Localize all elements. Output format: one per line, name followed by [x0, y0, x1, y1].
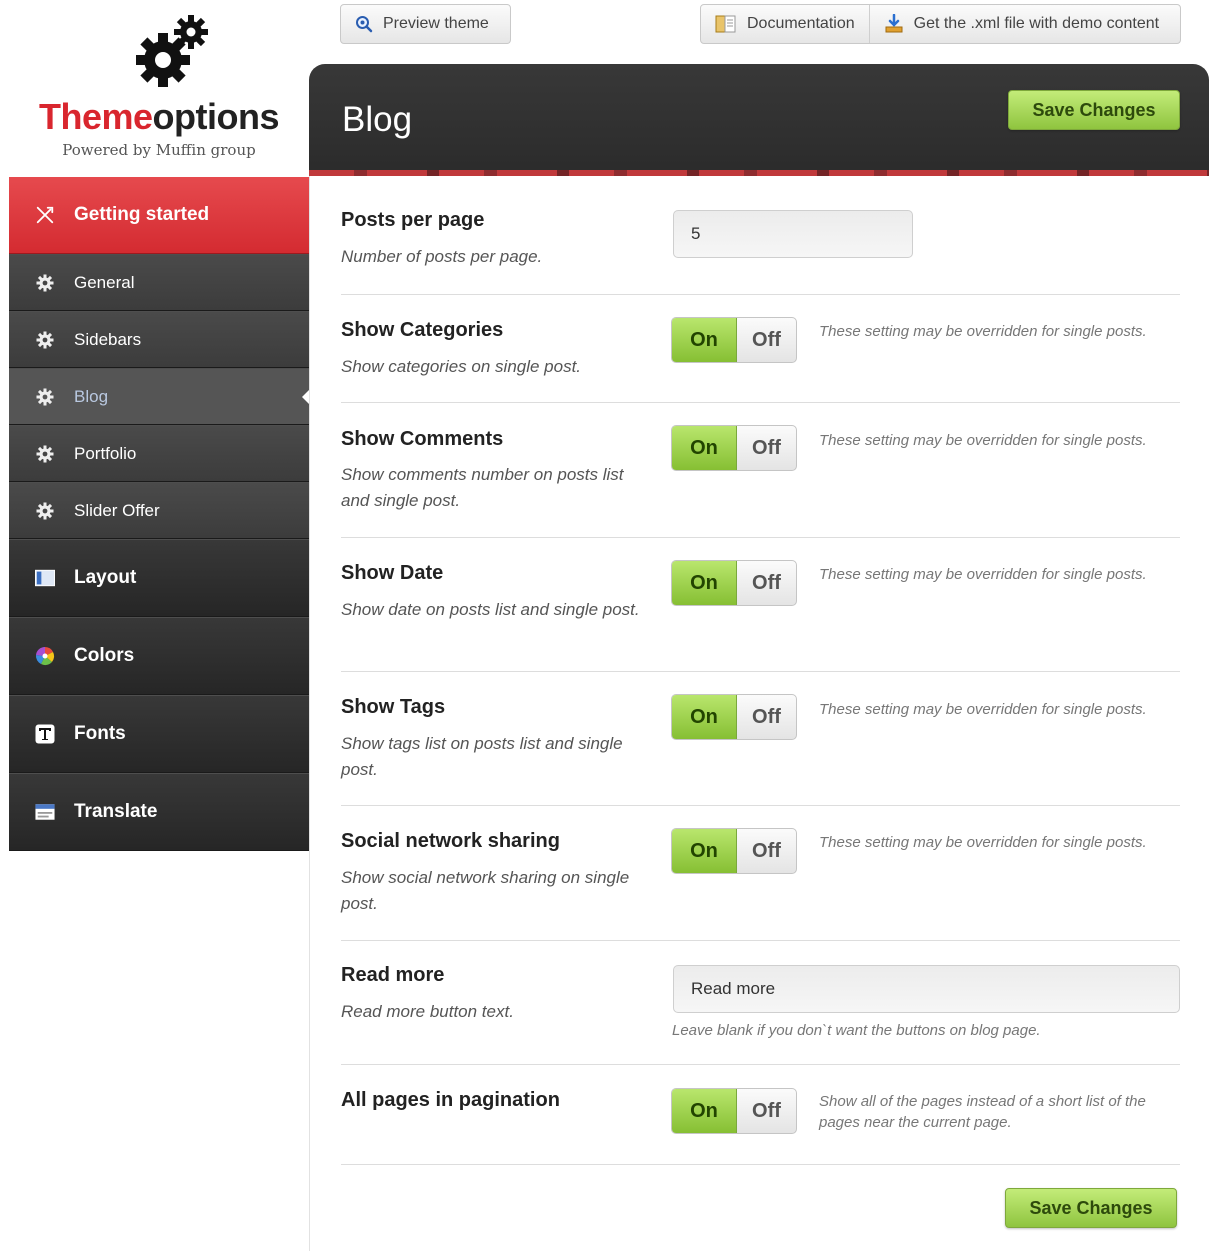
- setting-label: Show Date: [341, 562, 444, 584]
- sidebar-item-getting-started[interactable]: Getting started: [9, 177, 309, 254]
- setting-show-tags: Show Tags Show tags list on posts list a…: [341, 672, 1180, 806]
- setting-label: All pages in pagination: [341, 1089, 560, 1111]
- sidebar-item-fonts[interactable]: Fonts: [9, 695, 309, 773]
- sidebar-item-label: Sidebars: [74, 329, 142, 349]
- toggle-on[interactable]: On: [672, 426, 737, 470]
- sidebar-item-label: Fonts: [74, 723, 126, 744]
- sidebar-item-label: Getting started: [74, 204, 210, 225]
- toggle-on[interactable]: On: [672, 318, 737, 362]
- toggle-on[interactable]: On: [672, 1089, 737, 1133]
- show-tags-toggle[interactable]: On Off: [671, 694, 797, 740]
- sidebar-item-label: Colors: [74, 645, 135, 666]
- setting-description: Number of posts per page.: [341, 247, 543, 266]
- setting-note: These setting may be overridden for sing…: [819, 834, 1147, 851]
- setting-show-comments: Show Comments Show comments number on po…: [341, 403, 1180, 538]
- show-comments-toggle[interactable]: On Off: [671, 425, 797, 471]
- sidebar-item-sidebars[interactable]: Sidebars: [9, 311, 309, 368]
- setting-note: These setting may be overridden for sing…: [819, 566, 1147, 583]
- show-date-toggle[interactable]: On Off: [671, 560, 797, 606]
- setting-posts-per-page: Posts per page Number of posts per page.…: [341, 176, 1180, 295]
- tools-icon: [35, 205, 55, 225]
- gear-icon: [35, 501, 55, 521]
- sidebar-item-portfolio[interactable]: Portfolio: [9, 425, 309, 482]
- setting-label: Show Comments: [341, 428, 504, 450]
- toggle-off[interactable]: Off: [737, 829, 796, 873]
- setting-description: Show social network sharing on single po…: [341, 868, 630, 913]
- sidebar-item-translate[interactable]: Translate: [9, 773, 309, 851]
- setting-description: Show tags list on posts list and single …: [341, 734, 623, 779]
- zoom-icon: [356, 16, 373, 33]
- book-icon: [715, 15, 736, 33]
- setting-note: These setting may be overridden for sing…: [819, 701, 1147, 718]
- toggle-off[interactable]: Off: [737, 1089, 796, 1133]
- translate-icon: [35, 802, 55, 822]
- sidebar-item-label: Blog: [74, 386, 109, 406]
- posts-per-page-input[interactable]: 5: [673, 210, 913, 258]
- sidebar-item-label: Portfolio: [74, 443, 137, 463]
- setting-description: Show categories on single post.: [341, 357, 582, 376]
- save-changes-button[interactable]: Save Changes: [1008, 90, 1180, 130]
- color-wheel-icon: [35, 646, 55, 666]
- documentation-label: Documentation: [747, 15, 855, 32]
- sidebar-item-label: Layout: [74, 567, 137, 588]
- setting-label: Show Tags: [341, 696, 446, 718]
- show-categories-toggle[interactable]: On Off: [671, 317, 797, 363]
- gear-icon: [35, 330, 55, 350]
- logo: Themeoptions Powered by Muffin group: [9, 0, 309, 178]
- preview-theme-button[interactable]: Preview theme: [340, 4, 511, 44]
- setting-all-pages: All pages in pagination On Off Show all …: [341, 1065, 1180, 1165]
- sidebar-item-colors[interactable]: Colors: [9, 617, 309, 695]
- sidebar-item-layout[interactable]: Layout: [9, 539, 309, 617]
- sidebar-item-slider-offer[interactable]: Slider Offer: [9, 482, 309, 539]
- setting-note: Show all of the pages instead of a short…: [819, 1093, 1146, 1131]
- sidebar-item-general[interactable]: General: [9, 254, 309, 311]
- layout-icon: [35, 568, 55, 588]
- setting-note: Leave blank if you don`t want the button…: [672, 1022, 1041, 1039]
- sidebar-item-label: General: [74, 272, 135, 292]
- sidebar-item-label: Translate: [74, 801, 158, 822]
- sidebar-nav: Getting started General Sidebars Blog Po…: [9, 177, 310, 851]
- gears-icon: [136, 15, 208, 87]
- gear-icon: [35, 444, 55, 464]
- sidebar-item-label: Slider Offer: [74, 500, 160, 520]
- download-xml-label: Get the .xml file with demo content: [913, 15, 1160, 32]
- setting-description: Read more button text.: [341, 1002, 514, 1021]
- setting-description: Show comments number on posts list and s…: [341, 465, 624, 510]
- download-icon: [885, 14, 903, 33]
- setting-note: These setting may be overridden for sing…: [819, 432, 1147, 449]
- read-more-input[interactable]: Read more: [673, 965, 1180, 1013]
- setting-label: Posts per page: [341, 209, 485, 231]
- logo-title: Themeoptions: [38, 96, 280, 137]
- setting-label: Read more: [341, 964, 445, 986]
- all-pages-toggle[interactable]: On Off: [671, 1088, 797, 1134]
- setting-label: Show Categories: [341, 319, 504, 341]
- toggle-on[interactable]: On: [672, 695, 737, 739]
- gear-icon: [35, 387, 55, 407]
- setting-show-date: Show Date Show date on posts list and si…: [341, 538, 1180, 672]
- sidebar-item-blog[interactable]: Blog: [9, 368, 310, 425]
- page-title: Blog: [342, 100, 413, 139]
- save-changes-button-bottom[interactable]: Save Changes: [1005, 1188, 1177, 1228]
- social-sharing-toggle[interactable]: On Off: [671, 828, 797, 874]
- toolbar-links: Documentation Get the .xml file with dem…: [700, 4, 1181, 44]
- preview-theme-label: Preview theme: [383, 15, 489, 32]
- toggle-off[interactable]: Off: [737, 695, 796, 739]
- toggle-off[interactable]: Off: [737, 318, 796, 362]
- logo-subtitle: Powered by Muffin group: [62, 141, 256, 159]
- setting-label: Social network sharing: [341, 830, 560, 852]
- gear-icon: [35, 273, 55, 293]
- toggle-on[interactable]: On: [672, 561, 737, 605]
- toggle-off[interactable]: Off: [737, 426, 796, 470]
- setting-show-categories: Show Categories Show categories on singl…: [341, 295, 1180, 403]
- toggle-off[interactable]: Off: [737, 561, 796, 605]
- download-xml-button[interactable]: Get the .xml file with demo content: [868, 5, 1173, 43]
- font-icon: [35, 724, 55, 744]
- setting-note: These setting may be overridden for sing…: [819, 323, 1147, 340]
- setting-description: Show date on posts list and single post.: [341, 600, 640, 619]
- setting-read-more: Read more Read more button text. Read mo…: [341, 941, 1180, 1065]
- toggle-on[interactable]: On: [672, 829, 737, 873]
- setting-social-sharing: Social network sharing Show social netwo…: [341, 806, 1180, 941]
- documentation-button[interactable]: Documentation: [701, 5, 869, 43]
